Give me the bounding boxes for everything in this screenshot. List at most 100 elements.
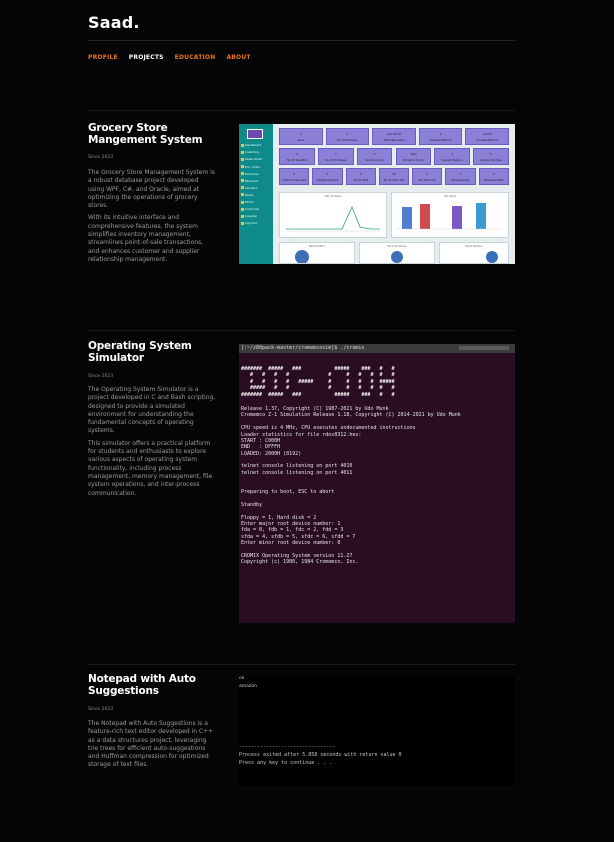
console-text: ok	[239, 676, 245, 681]
panel-title: Stock Summary	[387, 245, 407, 248]
stat-tile[interactable]: 160 705.50 Total Sales Value	[372, 128, 416, 145]
app-menu-item[interactable]: Dashboard	[241, 142, 271, 149]
menu-item-label: Supplier	[245, 214, 258, 219]
tile-label: Vendors Count	[365, 159, 384, 162]
stat-tile[interactable]: 1000 Bill Items Count	[395, 148, 432, 165]
stat-tile[interactable]: 9 Vendors Count	[356, 148, 393, 165]
project-description: The Notepad with Auto Suggestions is a f…	[88, 720, 216, 770]
app-menu-item[interactable]: Items	[241, 192, 271, 199]
stat-tile[interactable]: 0 No. Of Purchase	[325, 128, 370, 145]
app-menu-item[interactable]: Payment	[241, 177, 271, 184]
app-menu-item[interactable]: Purchase	[241, 170, 271, 177]
menu-item-label: Customer	[245, 207, 260, 212]
stat-tile[interactable]: 139.95 Purchase Returns	[465, 128, 509, 145]
console-press-line: Press any key to continue . . .	[239, 760, 333, 766]
app-menu-item[interactable]: Inventory	[241, 149, 271, 156]
stat-tile[interactable]: 0 Vendor Bills	[345, 168, 376, 185]
tile-label: No. Of Purchases	[325, 159, 347, 162]
menu-item-label: Inventory	[245, 150, 260, 155]
stock-position-panel: Stock Position	[439, 242, 509, 264]
menu-item-label: Purchase	[245, 171, 259, 176]
app-menu: Dashboard Inventory Sales Order Pur. Order P…	[241, 142, 271, 227]
project-title: Operating System Simulator	[88, 340, 192, 364]
stat-tile[interactable]: 0 Customer Returns	[418, 128, 463, 145]
terminal-prompt: [:~/z80pack-master/cromemcosim]$ ./cromi…	[241, 345, 365, 351]
nav-education[interactable]: EDUCATION	[175, 54, 216, 61]
tile-value: 1000	[410, 153, 417, 156]
project-grocery: Grocery Store Mangement System Since 202…	[88, 110, 515, 310]
stat-tile[interactable]: 25 No. Of Stock Qty	[378, 168, 410, 185]
section-divider	[88, 110, 515, 111]
stat-tile[interactable]: 5 Remaining Qty	[445, 168, 476, 185]
panel-title: Stock Position	[465, 245, 483, 248]
menu-item-label: Items	[245, 192, 254, 197]
menu-item-icon	[241, 150, 244, 154]
stat-tile[interactable]: 0 Supplier Payment	[312, 168, 343, 185]
stat-tile[interactable]: 0 No. Of Purchases	[317, 148, 354, 165]
menu-item-icon	[241, 165, 244, 169]
panel-title: Day Of Sales	[324, 195, 342, 198]
stat-tile[interactable]: 0 Supplier Balance	[434, 148, 471, 165]
menu-item-icon	[241, 193, 244, 197]
nav-about[interactable]: ABOUT	[226, 54, 250, 61]
section-divider	[88, 664, 515, 665]
menu-item-icon	[241, 143, 244, 147]
tile-value: 0	[439, 133, 442, 136]
tile-value: 9	[373, 153, 376, 156]
stat-tile[interactable]: 0 Supplier Purchase	[473, 148, 509, 165]
stat-tile[interactable]: 6 Customer Payment	[279, 168, 310, 185]
project-os-simulator: Operating System Simulator Since 2023 Th…	[88, 330, 515, 650]
app-menu-item[interactable]: Pur. Order	[241, 163, 271, 170]
tile-value: 0	[451, 153, 454, 156]
tile-value: 5	[459, 173, 462, 176]
menu-item-label: Log Out	[245, 221, 257, 226]
tile-label: Vendor Bills	[353, 179, 369, 182]
menu-item-icon	[241, 172, 244, 176]
terminal-output: ####### ##### ### ##### ### # # # # # # …	[241, 356, 513, 566]
project-description: The Operating System Simulator is a proj…	[88, 386, 216, 498]
nav-projects[interactable]: PROJECTS	[129, 54, 164, 61]
tile-label: Bill Items Count	[403, 159, 424, 162]
stock-summary-panel: Stock Summary	[359, 242, 435, 264]
terminal-screenshot: [:~/z80pack-master/cromemcosim]$ ./cromi…	[239, 344, 515, 623]
app-sidebar: Dashboard Inventory Sales Order Pur. Order P…	[239, 124, 273, 264]
menu-item-label: Stock	[245, 200, 254, 204]
nav-profile[interactable]: PROFILE	[88, 54, 118, 61]
menu-item-icon	[241, 186, 244, 190]
tile-label: No. Of Purchase	[337, 139, 358, 142]
app-menu-item[interactable]: Sales Order	[241, 156, 271, 163]
tile-value: 0	[359, 173, 362, 176]
menu-item-label: Pur. Order	[245, 164, 261, 169]
project-notepad: Notepad with Auto Suggestions Since 2023…	[88, 664, 515, 842]
header-divider	[88, 40, 515, 41]
menu-item-icon	[241, 157, 244, 161]
panel-title: Debt Position	[308, 245, 326, 248]
site-brand[interactable]: Saad.	[88, 13, 140, 32]
project-paragraph: The Grocery Store Management System is a…	[88, 169, 215, 210]
stat-tile[interactable]: 0 No. Of Sale Bills	[279, 148, 315, 165]
tile-value: 6	[293, 173, 295, 176]
tile-label: No. Of Sale Bills	[286, 159, 307, 162]
tile-value: 0	[300, 133, 302, 136]
app-menu-item[interactable]: Log Out	[241, 220, 271, 227]
stat-tile[interactable]: 0 No. Order Qty	[412, 168, 443, 185]
tile-label: Customer Payment	[282, 179, 307, 182]
menu-item-label: Vendors	[245, 185, 258, 190]
debt-panel: Debt Position	[279, 242, 355, 264]
line-chart	[286, 205, 380, 232]
stat-tile[interactable]: 0 Remainder Bills	[478, 168, 509, 185]
app-menu-item[interactable]: Customer	[241, 206, 271, 213]
tile-label: Purchase Returns	[476, 139, 499, 142]
sales-chart-panel: Day Of Sales	[279, 192, 387, 238]
tile-value: 0	[493, 173, 495, 176]
section-divider	[88, 330, 515, 331]
console-text: amazon	[239, 684, 257, 689]
app-menu-item[interactable]: Vendors	[241, 185, 271, 192]
panel-title: Top Items	[443, 195, 456, 198]
stat-tile[interactable]: 0 Sales	[279, 128, 323, 145]
app-menu-item[interactable]: Supplier	[241, 213, 271, 220]
terminal-titlebar: [:~/z80pack-master/cromemcosim]$ ./cromi…	[239, 344, 515, 353]
tile-label: Total Sales Value	[383, 139, 405, 142]
tile-label: Supplier Balance	[441, 159, 463, 162]
app-menu-item[interactable]: Stock	[241, 199, 271, 206]
